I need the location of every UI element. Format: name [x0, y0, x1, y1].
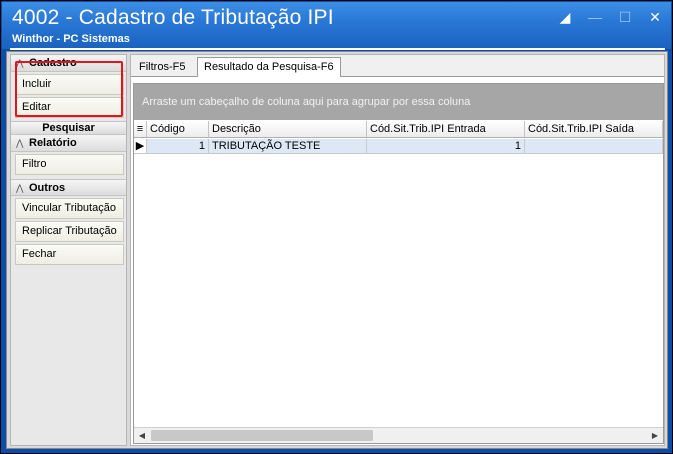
cell-saida[interactable] — [525, 139, 663, 154]
filtro-button[interactable]: Filtro — [15, 154, 124, 175]
title-bar: 4002 - Cadastro de Tributação IPI Wintho… — [2, 2, 671, 50]
row-indicator-icon: ▶ — [134, 139, 147, 154]
tab-resultado-pesquisa[interactable]: Resultado da Pesquisa-F6 — [197, 57, 341, 77]
tab-bar: Filtros-F5 Resultado da Pesquisa-F6 — [131, 55, 664, 77]
column-header-descricao[interactable]: Descrição — [209, 121, 367, 137]
column-header-entrada[interactable]: Cód.Sit.Trib.IPI Entrada — [367, 121, 525, 137]
window-subtitle: Winthor - PC Sistemas — [12, 33, 130, 45]
column-header-saida[interactable]: Cód.Sit.Trib.IPI Saída — [525, 121, 663, 137]
scroll-right-icon[interactable]: ▶ — [647, 428, 663, 443]
window-title: 4002 - Cadastro de Tributação IPI — [12, 6, 334, 29]
group-label-outros: Outros — [29, 182, 66, 194]
minimize-icon[interactable]: — — [587, 9, 603, 25]
group-header-pesquisar[interactable]: Pesquisar — [11, 121, 126, 135]
main-panel: Filtros-F5 Resultado da Pesquisa-F6 Arra… — [130, 54, 665, 446]
group-header-relatorio[interactable]: ⋀ Relatório — [11, 135, 126, 152]
replicar-tributacao-button[interactable]: Replicar Tributação — [15, 221, 124, 242]
chevron-up-icon: ⋀ — [16, 183, 24, 193]
table-row[interactable]: ▶ 1 TRIBUTAÇÃO TESTE 1 — [134, 139, 663, 154]
column-header-row: ≡ Código Descrição Cód.Sit.Trib.IPI Entr… — [134, 121, 663, 138]
scroll-thumb[interactable] — [151, 430, 373, 441]
cell-codigo[interactable]: 1 — [147, 139, 209, 154]
sidebar: ⋀ Cadastro Incluir Editar Pesquisar ⋀ Re… — [10, 54, 127, 446]
scroll-left-icon[interactable]: ◀ — [134, 428, 150, 443]
title-divider — [10, 48, 665, 50]
cell-descricao[interactable]: TRIBUTAÇÃO TESTE — [209, 139, 367, 154]
tab-filtros[interactable]: Filtros-F5 — [133, 58, 191, 77]
column-header-codigo[interactable]: Código — [147, 121, 209, 137]
close-icon[interactable]: ✕ — [647, 9, 663, 25]
client-area: ⋀ Cadastro Incluir Editar Pesquisar ⋀ Re… — [6, 51, 668, 449]
horizontal-scrollbar[interactable]: ◀ ▶ — [134, 427, 663, 443]
fechar-button[interactable]: Fechar — [15, 244, 124, 265]
restore-icon[interactable]: ◢ — [557, 9, 573, 25]
cell-entrada[interactable]: 1 — [367, 139, 525, 154]
maximize-icon[interactable]: ☐ — [617, 9, 633, 25]
app-window: 4002 - Cadastro de Tributação IPI Wintho… — [0, 0, 673, 454]
vincular-tributacao-button[interactable]: Vincular Tributação — [15, 198, 124, 219]
group-label-relatorio: Relatório — [29, 137, 77, 149]
results-grid: Arraste um cabeçalho de coluna aqui para… — [133, 83, 664, 444]
window-controls: ◢ — ☐ ✕ — [557, 9, 663, 25]
group-by-panel[interactable]: Arraste um cabeçalho de coluna aqui para… — [134, 84, 663, 120]
chevron-up-icon: ⋀ — [16, 138, 24, 148]
group-header-outros[interactable]: ⋀ Outros — [11, 179, 126, 196]
highlight-box — [15, 61, 123, 117]
column-chooser-icon[interactable]: ≡ — [134, 121, 147, 137]
